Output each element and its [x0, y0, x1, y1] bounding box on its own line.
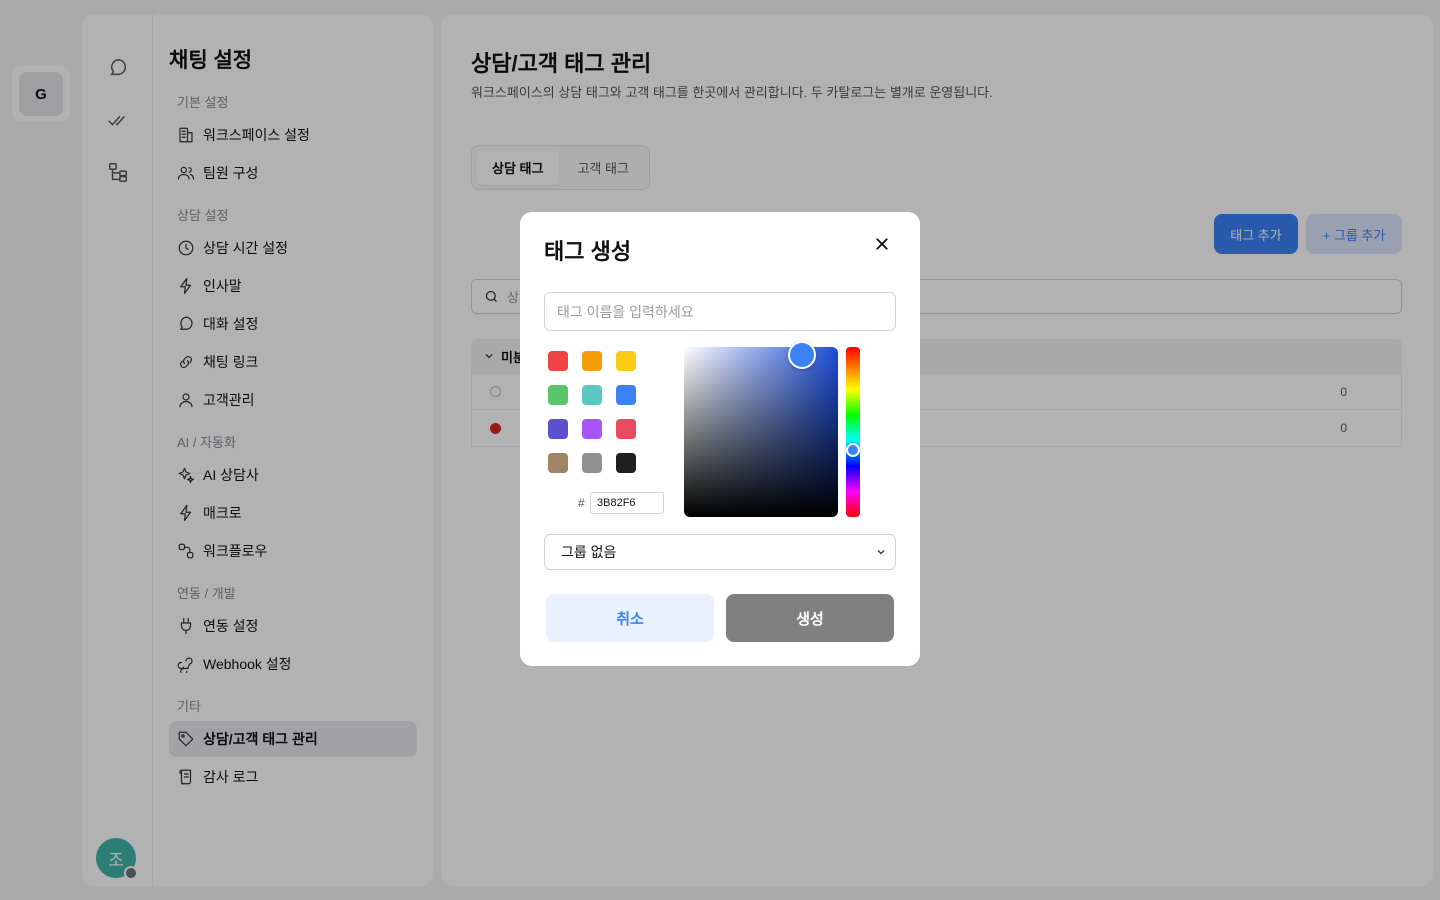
hue-handle[interactable]	[846, 443, 860, 457]
tag-name-input[interactable]	[544, 292, 896, 331]
color-swatch[interactable]	[548, 453, 568, 473]
color-swatch[interactable]	[582, 385, 602, 405]
group-select-value: 그룹 없음	[561, 544, 617, 560]
color-swatch[interactable]	[548, 385, 568, 405]
cancel-button[interactable]: 취소	[546, 594, 714, 642]
create-tag-dialog: 태그 생성 # 그룹 없음 취소 생성	[520, 212, 920, 666]
color-swatch[interactable]	[548, 351, 568, 371]
hex-prefix: #	[578, 496, 585, 510]
close-icon	[876, 238, 888, 250]
color-swatches	[548, 351, 636, 473]
chevron-down-icon	[877, 550, 885, 555]
color-swatch[interactable]	[548, 419, 568, 439]
color-swatch[interactable]	[616, 385, 636, 405]
dialog-title: 태그 생성	[544, 239, 632, 264]
color-swatch[interactable]	[616, 419, 636, 439]
color-swatch[interactable]	[582, 453, 602, 473]
color-swatch[interactable]	[616, 453, 636, 473]
color-swatch[interactable]	[582, 419, 602, 439]
saturation-brightness-picker[interactable]	[684, 347, 838, 517]
saturation-handle[interactable]	[788, 341, 816, 369]
color-swatch[interactable]	[582, 351, 602, 371]
group-select[interactable]: 그룹 없음	[544, 534, 896, 570]
hue-slider[interactable]	[846, 347, 860, 517]
color-swatch[interactable]	[616, 351, 636, 371]
hex-color-input[interactable]	[590, 492, 664, 514]
close-button[interactable]	[870, 232, 894, 256]
create-button[interactable]: 생성	[726, 594, 894, 642]
